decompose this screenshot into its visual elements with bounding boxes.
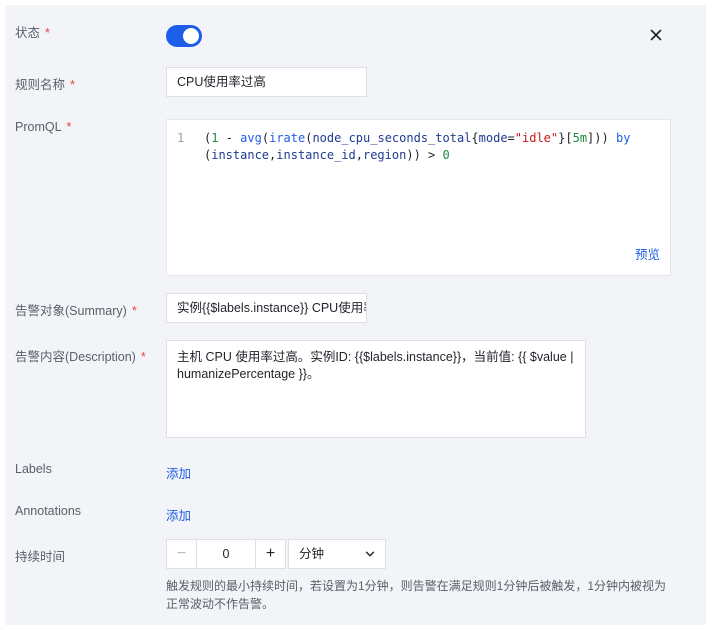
code-string: "idle" xyxy=(514,131,559,145)
code-function: irate xyxy=(269,131,306,145)
promql-label: PromQL * xyxy=(15,120,72,134)
duration-label: 持续时间 xyxy=(15,550,66,564)
summary-label: 告警对象(Summary) * xyxy=(15,304,137,318)
code-identifier: node_cpu_seconds_total xyxy=(312,131,472,145)
code-identifier: region xyxy=(362,148,407,162)
decrement-button[interactable]: − xyxy=(167,540,197,568)
labels-label: Labels xyxy=(15,462,52,476)
code-operator: ( xyxy=(261,131,270,145)
code-identifier: instance xyxy=(211,148,270,162)
description-textarea[interactable]: 主机 CPU 使用率过高。实例ID: {{$labels.instance}}，… xyxy=(166,340,586,438)
status-label: 状态 * xyxy=(15,26,50,40)
required-mark: * xyxy=(140,350,146,364)
description-label: 告警内容(Description) * xyxy=(15,350,146,364)
rule-name-label: 规则名称 * xyxy=(15,78,75,92)
required-mark: * xyxy=(131,304,137,318)
promql-editor[interactable]: 1 (1 - avg(irate(node_cpu_seconds_total{… xyxy=(166,119,671,276)
line-number: 1 xyxy=(177,131,185,145)
rule-name-input[interactable]: CPU使用率过高 xyxy=(166,67,367,97)
code-operator: ])) xyxy=(587,131,609,145)
chevron-down-icon xyxy=(365,551,375,557)
close-icon[interactable] xyxy=(648,27,664,43)
duration-stepper: − 0 + xyxy=(166,539,286,569)
code-operator: , xyxy=(355,148,363,162)
summary-input[interactable]: 实例{{$labels.instance}} CPU使用率过高 xyxy=(166,293,367,323)
code-number: 5m xyxy=(572,131,588,145)
increment-button[interactable]: + xyxy=(255,540,285,568)
preview-link[interactable]: 预览 xyxy=(635,244,660,263)
code-operator: { xyxy=(471,131,479,145)
add-annotation-button[interactable]: 添加 xyxy=(166,505,191,524)
code-number: 0 xyxy=(442,148,450,162)
code-operator: )) xyxy=(406,148,421,162)
toggle-knob xyxy=(183,28,199,44)
add-label-button[interactable]: 添加 xyxy=(166,463,191,482)
promql-code[interactable]: (1 - avg(irate(node_cpu_seconds_total{mo… xyxy=(204,130,664,164)
annotations-label: Annotations xyxy=(15,504,82,518)
duration-unit-value: 分钟 xyxy=(299,547,325,561)
code-function: avg xyxy=(240,131,262,145)
code-identifier: instance_id xyxy=(276,148,356,162)
required-mark: * xyxy=(45,26,50,40)
required-mark: * xyxy=(70,78,75,92)
code-function: by xyxy=(615,131,631,145)
duration-unit-select[interactable]: 分钟 xyxy=(288,539,386,569)
code-operator: - xyxy=(225,131,233,145)
code-operator: = xyxy=(507,131,515,145)
code-identifier: mode xyxy=(478,131,508,145)
code-operator: }[ xyxy=(558,131,573,145)
duration-value-input[interactable]: 0 xyxy=(197,540,255,568)
required-mark: * xyxy=(66,120,72,134)
duration-help-text: 触发规则的最小持续时间，若设置为1分钟，则告警在满足规则1分钟后被触发，1分钟内… xyxy=(166,579,667,611)
status-toggle[interactable] xyxy=(166,25,202,47)
